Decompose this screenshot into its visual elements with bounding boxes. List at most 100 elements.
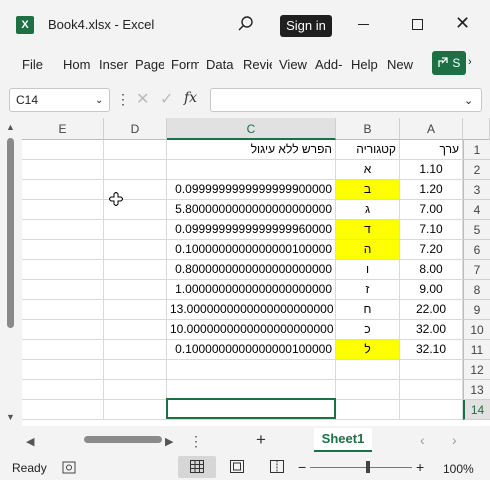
cell-c10[interactable]: 10.0000000000000000000000 — [167, 320, 336, 340]
cell[interactable] — [104, 160, 167, 180]
cell-a8[interactable]: 9.00 — [400, 280, 463, 300]
tab-view[interactable]: View — [279, 57, 308, 72]
row-header[interactable]: 5 — [463, 220, 490, 240]
cell[interactable] — [400, 360, 463, 380]
tab-home[interactable]: Hom — [63, 57, 93, 72]
vertical-scroll-thumb[interactable] — [7, 138, 14, 328]
cell[interactable] — [167, 380, 336, 400]
cell-c2[interactable] — [167, 160, 336, 180]
cell-c9[interactable]: 13.0000000000000000000000 — [167, 300, 336, 320]
row-header[interactable]: 1 — [463, 140, 490, 160]
zoom-slider-thumb[interactable] — [366, 461, 370, 473]
column-header-b[interactable]: B — [336, 118, 400, 140]
tab-help[interactable]: Help — [351, 57, 380, 72]
cell[interactable] — [104, 380, 167, 400]
cancel-icon[interactable]: ✕ — [136, 89, 149, 109]
cell-b8[interactable]: ז — [336, 280, 400, 300]
horizontal-scroll-thumb[interactable] — [84, 436, 162, 443]
cell[interactable] — [104, 320, 167, 340]
formula-input[interactable] — [210, 88, 482, 112]
cell[interactable] — [167, 360, 336, 380]
close-icon[interactable]: ✕ — [455, 13, 470, 34]
cell-a9[interactable]: 22.00 — [400, 300, 463, 320]
minimize-icon[interactable] — [358, 24, 369, 25]
row-header[interactable]: 13 — [463, 380, 490, 400]
accessibility-icon[interactable] — [62, 461, 76, 474]
sign-in-button[interactable]: Sign in — [280, 15, 332, 37]
cell-c3[interactable]: 0.0999999999999999900000 — [167, 180, 336, 200]
cell[interactable] — [22, 280, 104, 300]
tab-data[interactable]: Data — [206, 57, 236, 72]
confirm-icon[interactable]: ✓ — [160, 89, 173, 109]
tab-new[interactable]: New — [387, 57, 417, 72]
tab-add-ins[interactable]: Add- — [315, 57, 344, 72]
cell[interactable] — [336, 400, 400, 420]
cell[interactable] — [22, 380, 104, 400]
scroll-left-icon[interactable]: ◀ — [26, 435, 34, 448]
share-button[interactable]: S — [432, 51, 466, 75]
column-header-d[interactable]: D — [104, 118, 167, 140]
cell-b10[interactable]: כ — [336, 320, 400, 340]
tab-review[interactable]: Revie — [243, 57, 272, 72]
next-sheet-icon[interactable]: › — [452, 432, 457, 448]
cell-a7[interactable]: 8.00 — [400, 260, 463, 280]
row-header[interactable]: 2 — [463, 160, 490, 180]
row-header[interactable]: 14 — [463, 400, 490, 420]
column-header-e[interactable]: E — [22, 118, 104, 140]
cell[interactable] — [104, 280, 167, 300]
zoom-level[interactable]: 100% — [443, 462, 474, 476]
row-header[interactable]: 9 — [463, 300, 490, 320]
cell[interactable] — [104, 260, 167, 280]
cell[interactable] — [104, 140, 167, 160]
cell[interactable] — [104, 220, 167, 240]
cell-b3[interactable]: ב — [336, 180, 400, 200]
scroll-up-icon[interactable]: ▲ — [6, 122, 15, 132]
cell-b1[interactable]: קטגוריה — [336, 140, 400, 160]
sheet-tab-sheet1[interactable]: Sheet1 — [314, 428, 372, 452]
cell[interactable] — [22, 320, 104, 340]
row-header[interactable]: 12 — [463, 360, 490, 380]
add-sheet-button[interactable]: + — [256, 430, 266, 450]
cell[interactable] — [104, 300, 167, 320]
cell[interactable] — [400, 380, 463, 400]
zoom-slider[interactable] — [310, 467, 412, 468]
chevron-right-icon[interactable]: › — [468, 56, 472, 68]
column-header-a[interactable]: A — [400, 118, 463, 140]
cell[interactable] — [22, 340, 104, 360]
cell-c7[interactable]: 0.8000000000000000000000 — [167, 260, 336, 280]
cell-a10[interactable]: 32.00 — [400, 320, 463, 340]
cell-a11[interactable]: 32.10 — [400, 340, 463, 360]
row-header[interactable]: 7 — [463, 260, 490, 280]
cell[interactable] — [104, 360, 167, 380]
cell[interactable] — [22, 200, 104, 220]
cell-b7[interactable]: ו — [336, 260, 400, 280]
cell-c1[interactable]: הפרש ללא עיגול — [167, 140, 336, 160]
cell-a6[interactable]: 7.20 — [400, 240, 463, 260]
scroll-right-icon[interactable]: ▶ — [165, 435, 173, 448]
column-header-c[interactable]: C — [167, 118, 336, 140]
cell-b6[interactable]: ה — [336, 240, 400, 260]
cell[interactable] — [22, 160, 104, 180]
tab-page-layout[interactable]: Page — [135, 57, 164, 72]
cell-c5[interactable]: 0.0999999999999999960000 — [167, 220, 336, 240]
cell[interactable] — [336, 360, 400, 380]
cell[interactable] — [22, 140, 104, 160]
more-options-icon[interactable]: ⋮ — [116, 91, 130, 108]
cell[interactable] — [104, 400, 167, 420]
page-break-icon[interactable] — [270, 460, 284, 473]
maximize-icon[interactable] — [412, 19, 423, 30]
cell[interactable] — [22, 360, 104, 380]
row-header[interactable]: 4 — [463, 200, 490, 220]
cell-c8[interactable]: 1.0000000000000000000000 — [167, 280, 336, 300]
cell-a3[interactable]: 1.20 — [400, 180, 463, 200]
cell-b4[interactable]: ג — [336, 200, 400, 220]
cell-b2[interactable]: א — [336, 160, 400, 180]
scroll-down-icon[interactable]: ▼ — [6, 412, 15, 422]
cell[interactable] — [22, 240, 104, 260]
page-layout-icon[interactable] — [230, 460, 244, 473]
cell-c4[interactable]: 5.8000000000000000000000 — [167, 200, 336, 220]
cell-c11[interactable]: 0.1000000000000000100000 — [167, 340, 336, 360]
row-header[interactable]: 6 — [463, 240, 490, 260]
cell[interactable] — [22, 260, 104, 280]
tab-formulas[interactable]: Form — [171, 57, 199, 72]
